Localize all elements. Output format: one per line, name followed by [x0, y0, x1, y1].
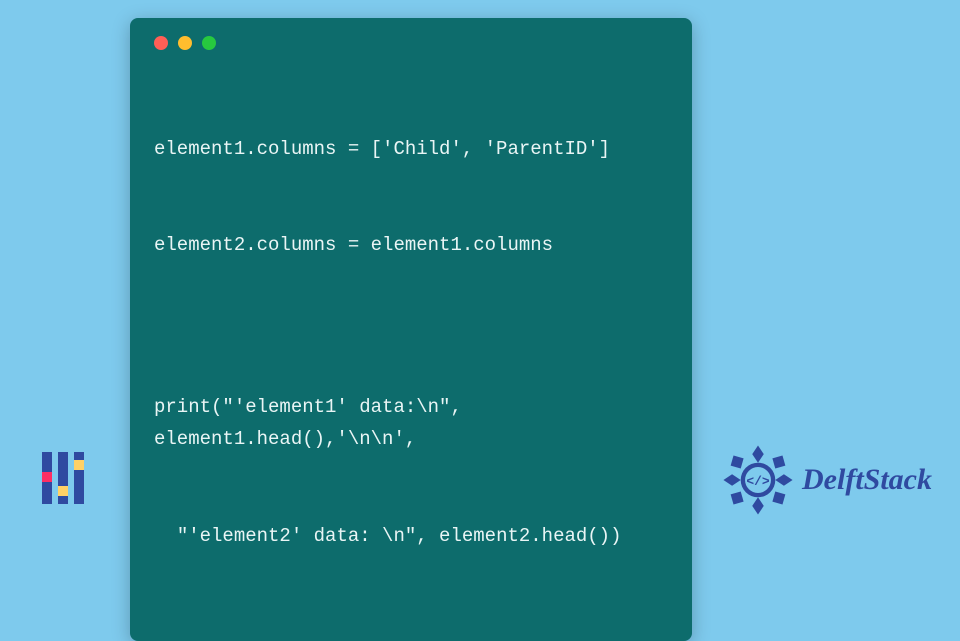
code-line: element2.columns = element1.columns: [154, 229, 668, 261]
minimize-icon: [178, 36, 192, 50]
code-line: print("'element1' data:\n", element1.hea…: [154, 391, 668, 456]
window-controls: [154, 36, 668, 50]
code-line: "'element2' data: \n", element2.head()): [154, 520, 668, 552]
left-logo-icon: [36, 446, 92, 510]
close-icon: [154, 36, 168, 50]
brand-badge-icon: </>: [722, 444, 794, 516]
svg-text:</>: </>: [746, 474, 770, 489]
brand-name: DelftStack: [802, 463, 932, 497]
code-block: element1.columns = ['Child', 'ParentID']…: [154, 68, 668, 617]
brand-logo: </> DelftStack: [722, 444, 932, 516]
maximize-icon: [202, 36, 216, 50]
code-window: element1.columns = ['Child', 'ParentID']…: [130, 18, 692, 641]
code-line: element1.columns = ['Child', 'ParentID']: [154, 133, 668, 165]
